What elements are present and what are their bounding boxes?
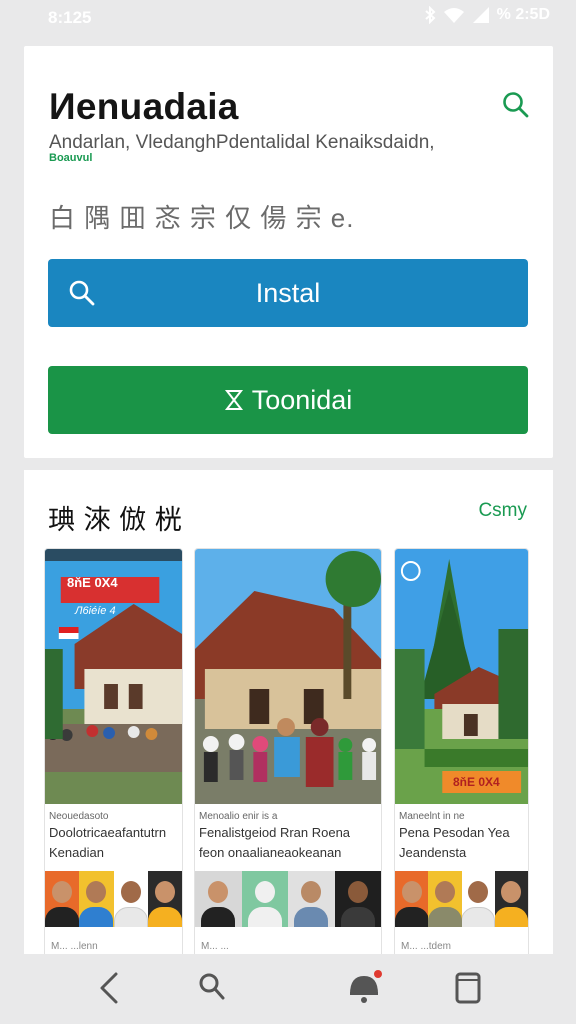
status-time: 8:125 (48, 8, 92, 27)
search-icon[interactable] (192, 968, 232, 1008)
secondary-button[interactable]: Toonidai (48, 366, 528, 434)
install-button[interactable]: Instal (48, 259, 528, 327)
status-bar: 8:125 % 2:5D (0, 0, 576, 36)
app-subtitle: Andarlan, VledanghPdentalidal Kenaiksdai… (49, 132, 435, 153)
tile-caption: Pena Pesodan Yea (399, 825, 510, 840)
bluetooth-icon (424, 6, 436, 24)
tile-footer: M... ...tdem (401, 941, 452, 952)
app-title: Иenuadaia (49, 86, 239, 127)
section-title: 琠 淶 倣 桄 (48, 505, 182, 536)
tile-footer: M... ... (201, 941, 229, 952)
back-icon[interactable] (90, 968, 130, 1008)
section-more-link[interactable]: Csmy (478, 500, 527, 522)
tile-photo (395, 549, 528, 804)
tile-faces (45, 871, 182, 927)
secondary-button-label: Toonidai (251, 384, 353, 415)
tile-caption-small: Menoalio enir is a (199, 811, 278, 822)
tile-caption-small: Maneelnt in ne (399, 811, 465, 822)
battery-text: % 2:5D (496, 6, 550, 23)
tile-caption: Fenalistgeiod Rran Roena (199, 825, 351, 840)
content-tile[interactable]: 8ňE 0X4 Л6iéíe 4 Neouedasoto Doolotricae… (44, 548, 183, 960)
tile-subbadge: Л6iéíe 4 (75, 605, 116, 617)
tile-badge: 8ňE 0X4 (67, 575, 118, 590)
content-tile[interactable]: Menoalio enir is a Fenalistgeiod Rran Ro… (194, 548, 382, 960)
tile-photo (195, 549, 381, 804)
install-button-label: Instal (255, 277, 321, 308)
hourglass-icon (224, 390, 243, 410)
search-icon (69, 280, 95, 306)
search-icon[interactable] (501, 90, 531, 120)
tile-footer: M... ...lenn (51, 941, 98, 952)
tile-caption: Doolotricaeafantutrn (49, 825, 167, 840)
app-description: 白 隅 囬 忞 宗 仅 偒 宗 e. (49, 203, 355, 233)
tile-badge: 8ňE 0X4 (453, 775, 500, 789)
wifi-icon (443, 8, 464, 23)
app-tag: Boauvul (49, 152, 93, 164)
tile-caption-2: Jeandensta (399, 845, 467, 860)
signal-icon (472, 7, 489, 23)
tile-caption-small: Neouedasoto (49, 811, 109, 822)
bell-icon[interactable] (344, 968, 384, 1008)
tile-faces (195, 871, 381, 927)
tile-faces (395, 871, 528, 927)
tile-caption-2: Kenadian (49, 845, 104, 860)
status-icons: % 2:5D (424, 6, 550, 24)
bottom-navigation (0, 954, 576, 1024)
content-tile[interactable]: 8ňE 0X4 Maneelnt in ne Pena Pesodan Yea … (394, 548, 529, 960)
app-header-card: Иenuadaia Andarlan, VledanghPdentalidal … (24, 46, 553, 458)
recent-apps-icon[interactable] (448, 968, 488, 1008)
section-card: 琠 淶 倣 桄 Csmy 8ňE 0X4 Л6iéíe 4 Neouedasot… (24, 470, 553, 960)
tile-caption-2: feon onaalianeaokeanan (199, 845, 342, 860)
